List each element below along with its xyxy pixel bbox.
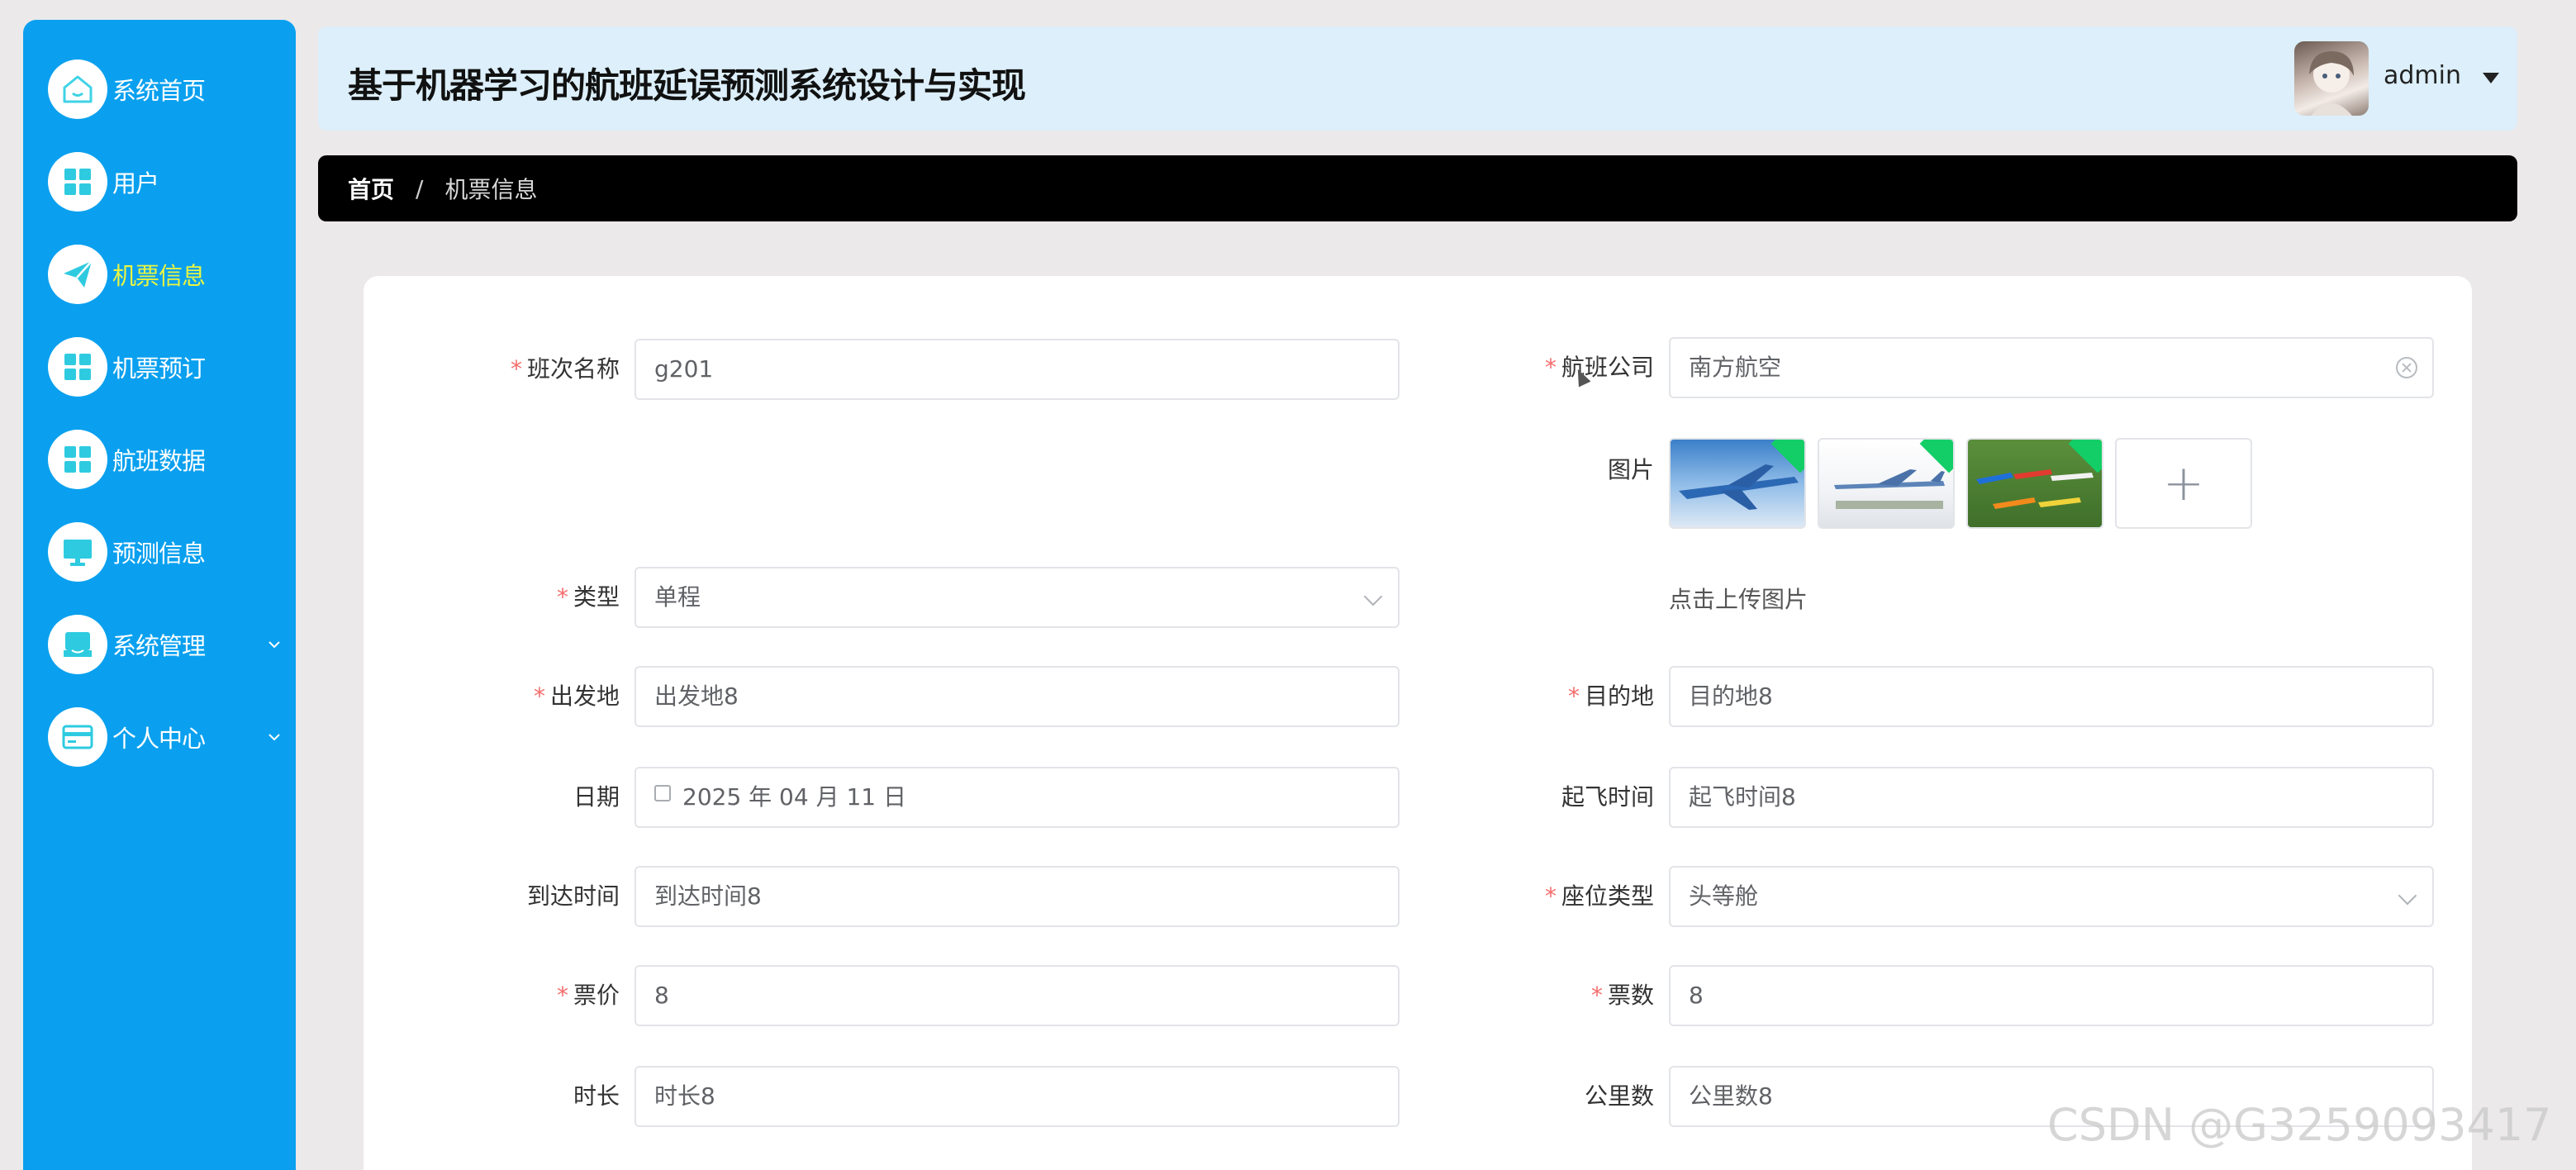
- sidebar-item-label: 机票信息: [112, 262, 206, 290]
- chevron-down-icon: [2398, 886, 2417, 906]
- destination-input[interactable]: 目的地8: [1669, 666, 2434, 727]
- date-picker[interactable]: 2025 年 04 月 11 日: [634, 767, 1400, 828]
- sidebar-item-label: 个人中心: [112, 725, 206, 753]
- sidebar-item-prediction[interactable]: 预测信息: [48, 519, 288, 585]
- sidebar-item-ticket-booking[interactable]: 机票预订: [48, 334, 288, 400]
- type-label: * 类型: [556, 583, 620, 611]
- grid-icon: [48, 152, 107, 212]
- breadcrumb-home[interactable]: 首页: [348, 172, 394, 205]
- upload-tip[interactable]: 点击上传图片: [1669, 582, 1808, 615]
- flight-name-input[interactable]: g201: [634, 339, 1400, 400]
- sidebar-item-label: 预测信息: [112, 540, 206, 568]
- sidebar-item-label: 系统管理: [112, 632, 206, 660]
- takeoff-time-label: 起飞时间: [1561, 783, 1654, 811]
- avatar[interactable]: [2294, 41, 2369, 116]
- sidebar-item-users[interactable]: 用户: [48, 149, 288, 215]
- sidebar-item-home[interactable]: 系统首页: [48, 56, 288, 122]
- clear-icon[interactable]: [2396, 357, 2417, 378]
- price-input[interactable]: 8: [634, 965, 1400, 1026]
- tickets-label: * 票数: [1590, 982, 1654, 1009]
- breadcrumb: 首页 / 机票信息: [318, 155, 2517, 221]
- sidebar-item-label: 机票预订: [112, 354, 206, 383]
- home-icon: [48, 59, 107, 119]
- sidebar: 系统首页 用户 机票信息 机票预订 航班数据 预测信息 系统管理 个人中心: [23, 20, 296, 1170]
- calendar-icon: [654, 785, 671, 801]
- arrival-time-input[interactable]: 到达时间8: [634, 866, 1400, 927]
- image-label: 图片: [1607, 456, 1654, 483]
- tickets-input[interactable]: 8: [1669, 965, 2434, 1026]
- caret-down-icon[interactable]: [2483, 73, 2499, 83]
- destination-label: * 目的地: [1567, 682, 1654, 710]
- grid-icon: [48, 430, 107, 489]
- breadcrumb-current: 机票信息: [444, 176, 538, 203]
- date-value: 2025 年 04 月 11 日: [682, 783, 907, 811]
- type-value: 单程: [654, 583, 701, 611]
- seat-type-value: 头等舱: [1689, 882, 1759, 910]
- uploaded-image-2[interactable]: [1818, 438, 1955, 529]
- duration-label: 时长: [573, 1082, 620, 1110]
- chevron-down-icon[interactable]: [264, 727, 284, 747]
- date-label: 日期: [573, 783, 620, 811]
- arrival-time-label: 到达时间: [526, 882, 620, 910]
- top-header: 基于机器学习的航班延误预测系统设计与实现 admin: [318, 26, 2517, 131]
- sidebar-item-label: 航班数据: [112, 447, 206, 475]
- airline-input[interactable]: 南方航空: [1669, 337, 2434, 398]
- sidebar-item-label: 用户: [112, 169, 159, 197]
- ticket-form: * 班次名称 g201 * 航班公司 南方航空 图片 + 点击上传图片 * 类型 单程…: [364, 276, 2472, 1170]
- sidebar-item-flight-data[interactable]: 航班数据: [48, 426, 288, 492]
- upload-image-button[interactable]: +: [2115, 438, 2252, 529]
- duration-input[interactable]: 时长8: [634, 1066, 1400, 1127]
- departure-input[interactable]: 出发地8: [634, 666, 1400, 727]
- seat-type-select[interactable]: 头等舱: [1669, 866, 2434, 927]
- chevron-down-icon[interactable]: [264, 635, 284, 654]
- mileage-label: 公里数: [1584, 1082, 1654, 1110]
- grid-icon: [48, 337, 107, 397]
- departure-label: * 出发地: [533, 682, 620, 710]
- monitor-icon: [48, 522, 107, 582]
- inbox-icon: [48, 615, 107, 674]
- uploaded-image-1[interactable]: [1669, 438, 1806, 529]
- chevron-down-icon: [1363, 587, 1383, 606]
- airline-label: * 航班公司: [1544, 354, 1654, 381]
- flight-name-label: * 班次名称: [510, 355, 620, 383]
- username[interactable]: admin: [2384, 61, 2461, 90]
- sidebar-item-label: 系统首页: [112, 77, 206, 105]
- airline-value: 南方航空: [1689, 354, 1782, 381]
- paper-plane-icon: [48, 245, 107, 304]
- card-icon: [48, 707, 107, 767]
- sidebar-item-ticket-info[interactable]: 机票信息: [48, 241, 288, 307]
- price-label: * 票价: [556, 982, 620, 1009]
- takeoff-time-input[interactable]: 起飞时间8: [1669, 767, 2434, 828]
- page-title: 基于机器学习的航班延误预测系统设计与实现: [348, 65, 1026, 106]
- seat-type-label: * 座位类型: [1544, 882, 1654, 910]
- watermark: CSDN @G3259093417: [2047, 1099, 2552, 1151]
- uploaded-image-3[interactable]: [1966, 438, 2103, 529]
- sidebar-item-personal-center[interactable]: 个人中心: [48, 704, 288, 770]
- type-select[interactable]: 单程: [634, 567, 1400, 628]
- sidebar-item-system-management[interactable]: 系统管理: [48, 611, 288, 678]
- breadcrumb-separator: /: [416, 174, 424, 202]
